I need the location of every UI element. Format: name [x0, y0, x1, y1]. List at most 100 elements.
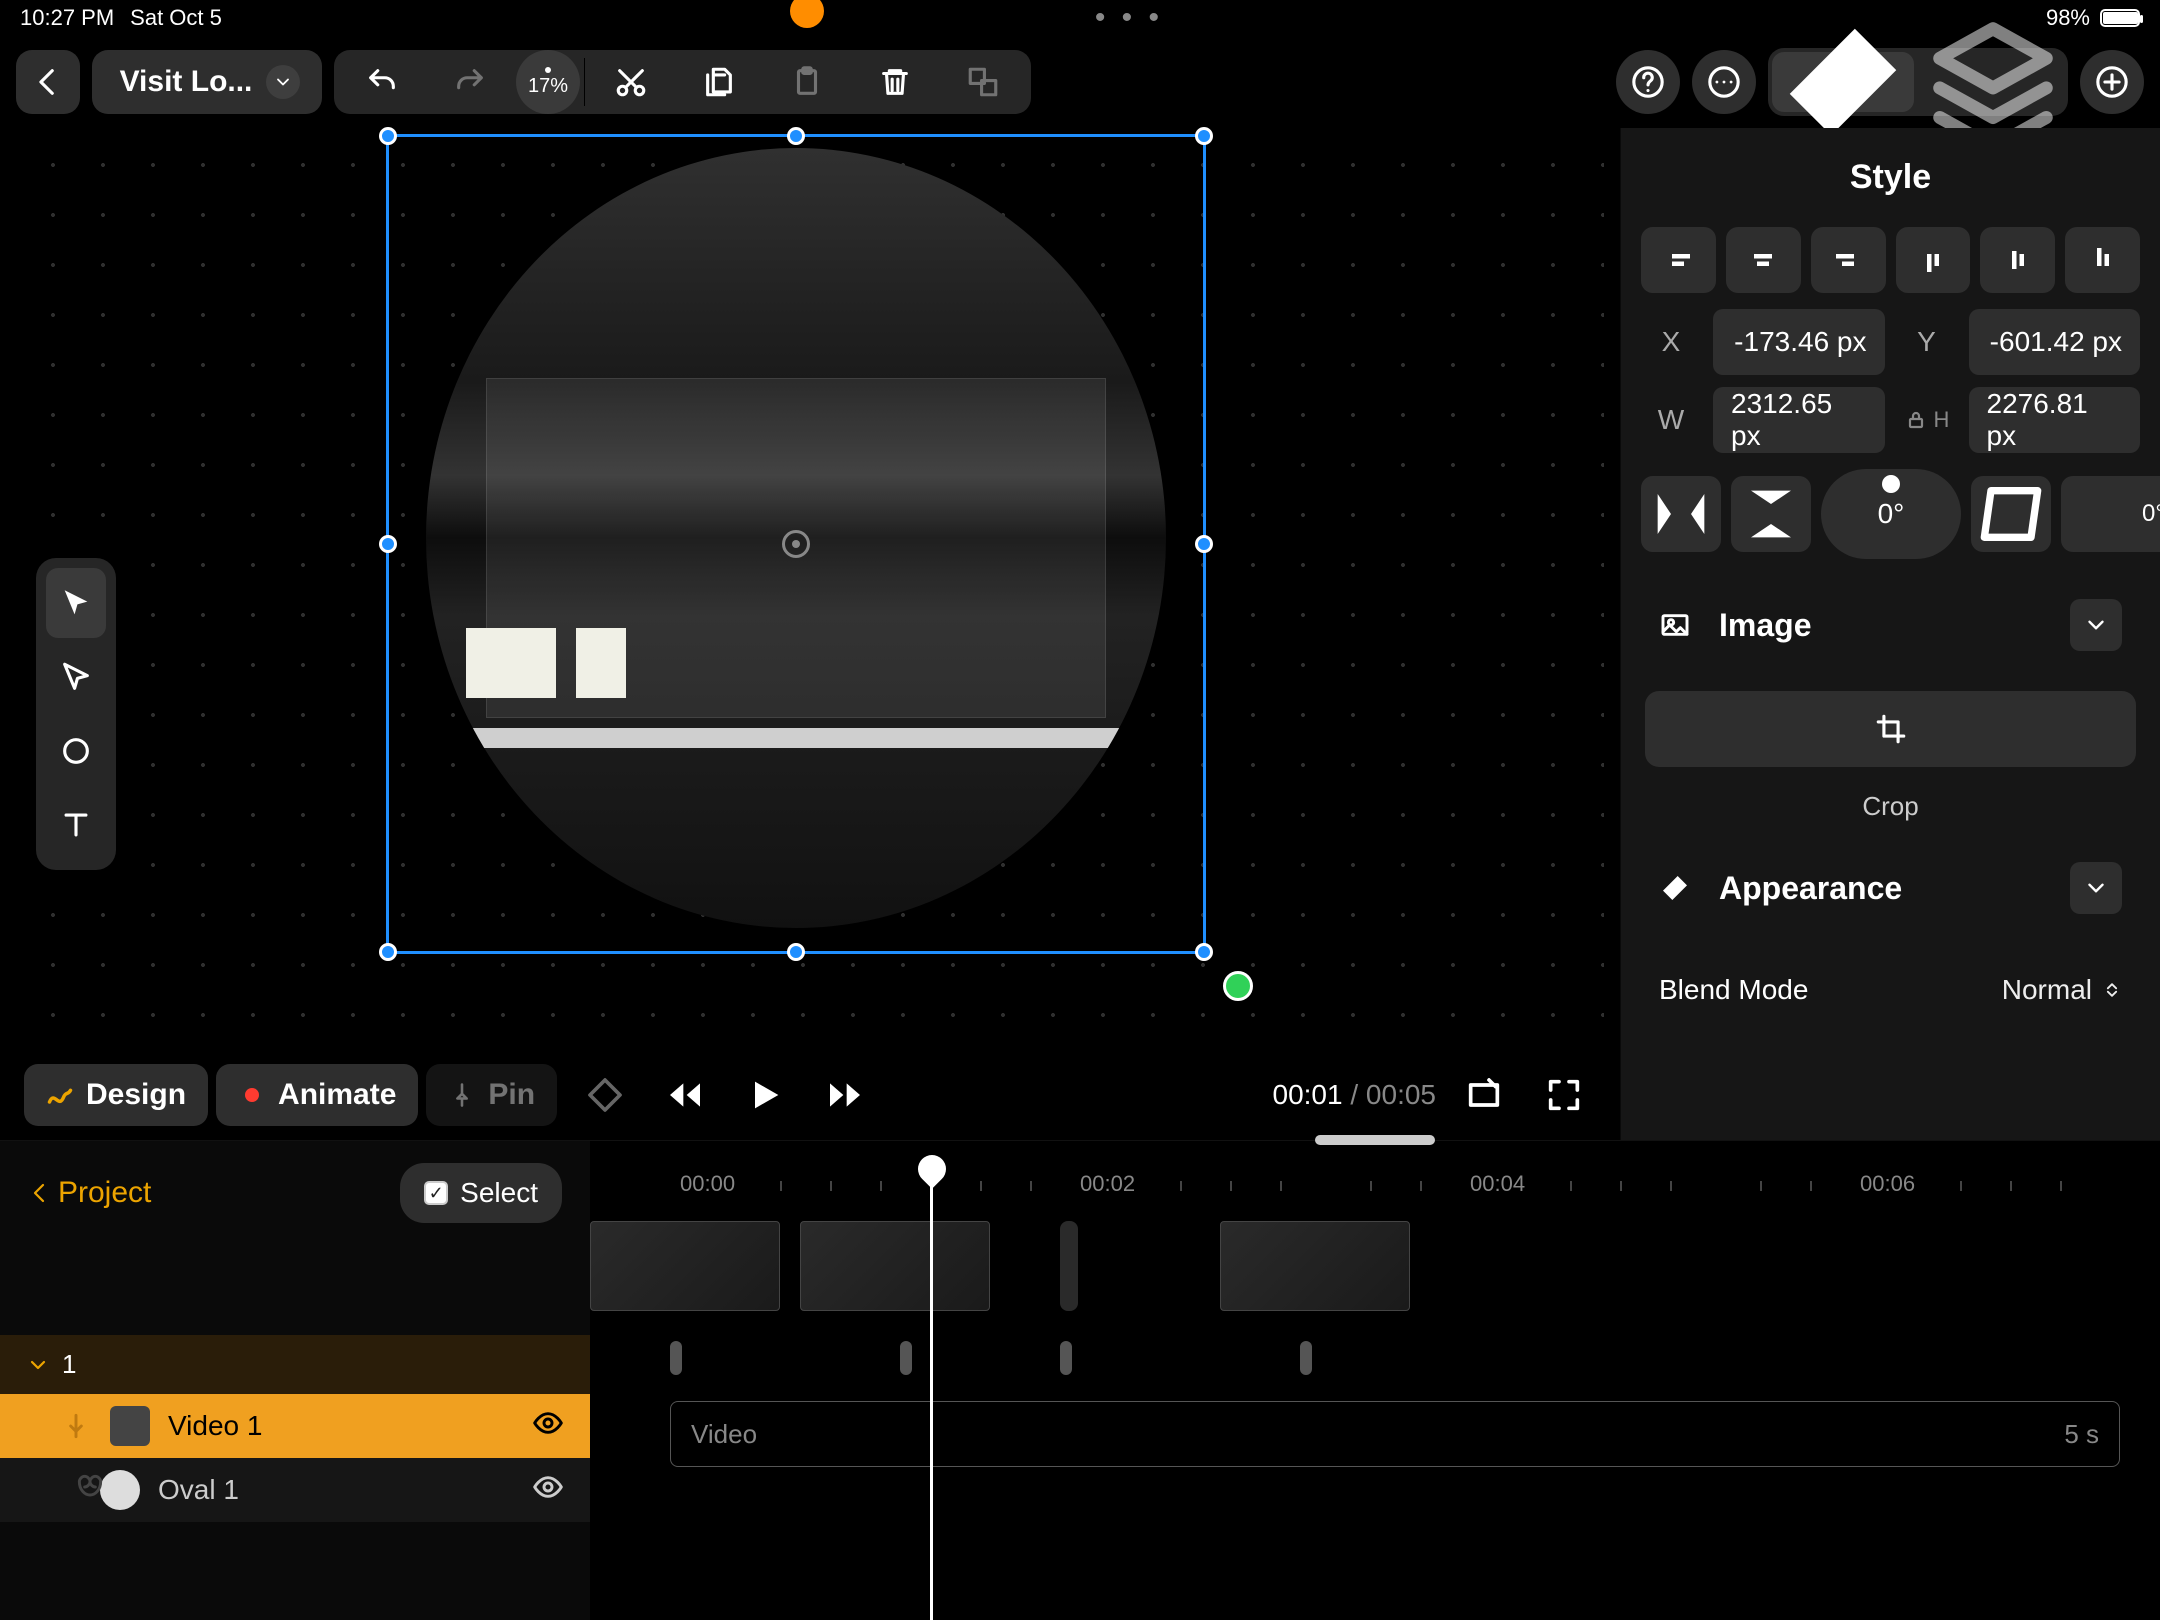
- mask-icon: [74, 1471, 106, 1510]
- skew-value[interactable]: 0°: [2061, 476, 2160, 552]
- inspector-panel: Style X -173.46 px Y -601.42 px W 2312.: [1620, 128, 2160, 1140]
- inspector-tab-group: [1768, 48, 2068, 116]
- play-button[interactable]: [733, 1063, 797, 1127]
- mode-pin-button[interactable]: Pin: [426, 1064, 557, 1126]
- select-tool[interactable]: [46, 568, 106, 638]
- image-section-header[interactable]: Image: [1641, 575, 2140, 675]
- panel-resize-handle[interactable]: [1315, 1135, 1435, 1145]
- more-button[interactable]: [1692, 50, 1756, 114]
- crop-button[interactable]: [1645, 691, 2136, 767]
- prop-w-label: W: [1641, 404, 1701, 436]
- playhead-line: [930, 1177, 933, 1620]
- alignment-buttons: [1641, 227, 2140, 293]
- keyframe-marker[interactable]: [1300, 1341, 1312, 1375]
- project-title-dropdown[interactable]: Visit Lo...: [92, 50, 322, 114]
- align-bottom-button[interactable]: [2065, 227, 2140, 293]
- align-top-button[interactable]: [1896, 227, 1971, 293]
- timecode: 00:01 / 00:05: [1273, 1079, 1437, 1111]
- resize-handle[interactable]: [787, 127, 805, 145]
- track-label: Video: [691, 1419, 757, 1450]
- top-toolbar: Visit Lo... 17%: [0, 36, 2160, 128]
- visibility-toggle[interactable]: [532, 1471, 564, 1510]
- undo-button[interactable]: [340, 50, 424, 114]
- zoom-indicator[interactable]: 17%: [516, 50, 580, 114]
- clip-handle[interactable]: [1060, 1221, 1078, 1311]
- flip-horizontal-button[interactable]: [1641, 476, 1721, 552]
- tab-style[interactable]: [1772, 52, 1914, 112]
- status-time: 10:27 PM: [20, 5, 114, 31]
- timeline[interactable]: 00:00 00:02 00:04 00:06: [590, 1141, 2160, 1620]
- edit-tools-group: 17%: [334, 50, 1031, 114]
- keyframe-marker[interactable]: [1060, 1341, 1072, 1375]
- ruler-tick: 00:04: [1470, 1171, 1525, 1197]
- resize-handle[interactable]: [379, 943, 397, 961]
- prop-y-value[interactable]: -601.42 px: [1969, 309, 2141, 375]
- rotation-dial[interactable]: 0°: [1821, 469, 1961, 559]
- align-right-button[interactable]: [1811, 227, 1886, 293]
- group-button[interactable]: [941, 50, 1025, 114]
- crop-label: Crop: [1641, 791, 2140, 822]
- back-button[interactable]: [16, 50, 80, 114]
- blend-mode-value: Normal: [2002, 974, 2092, 1006]
- appearance-section-header[interactable]: Appearance: [1641, 838, 2140, 938]
- fullscreen-button[interactable]: [1532, 1063, 1596, 1127]
- track-duration: 5 s: [2064, 1419, 2099, 1450]
- text-tool[interactable]: [46, 790, 106, 860]
- resize-handle[interactable]: [1195, 535, 1213, 553]
- blend-mode-label: Blend Mode: [1659, 974, 1808, 1006]
- thumbnail-clip[interactable]: [590, 1221, 780, 1311]
- prop-x-value[interactable]: -173.46 px: [1713, 309, 1885, 375]
- mode-animate-button[interactable]: Animate: [216, 1064, 418, 1126]
- align-center-h-button[interactable]: [1726, 227, 1801, 293]
- keyframe-button[interactable]: [573, 1063, 637, 1127]
- align-left-button[interactable]: [1641, 227, 1716, 293]
- add-button[interactable]: [2080, 50, 2144, 114]
- flip-vertical-button[interactable]: [1731, 476, 1811, 552]
- resize-handle[interactable]: [379, 127, 397, 145]
- keyframe-marker[interactable]: [900, 1341, 912, 1375]
- resize-handle[interactable]: [1195, 127, 1213, 145]
- prop-h-value[interactable]: 2276.81 px: [1969, 387, 2141, 453]
- copy-button[interactable]: [677, 50, 761, 114]
- resize-handle[interactable]: [1195, 943, 1213, 961]
- blend-mode-row[interactable]: Blend Mode Normal: [1641, 954, 2140, 1026]
- prop-w-value[interactable]: 2312.65 px: [1713, 387, 1885, 453]
- help-button[interactable]: [1616, 50, 1680, 114]
- align-center-v-button[interactable]: [1980, 227, 2055, 293]
- thumbnail-clip[interactable]: [1220, 1221, 1410, 1311]
- resize-handle[interactable]: [787, 943, 805, 961]
- skew-button[interactable]: [1971, 476, 2051, 552]
- multitask-dots[interactable]: • • •: [1095, 1, 1163, 35]
- paste-button[interactable]: [765, 50, 849, 114]
- layer-video-1[interactable]: Video 1: [0, 1394, 590, 1458]
- rewind-button[interactable]: [653, 1063, 717, 1127]
- transport-bar: Design Animate Pin: [0, 1050, 1620, 1140]
- select-mode-button[interactable]: ✓ Select: [400, 1163, 562, 1223]
- resize-handle[interactable]: [379, 535, 397, 553]
- lock-aspect-icon[interactable]: H: [1897, 407, 1957, 433]
- layer-name: Video 1: [168, 1410, 262, 1442]
- redo-button[interactable]: [428, 50, 512, 114]
- keyframe-marker[interactable]: [670, 1341, 682, 1375]
- shape-tool[interactable]: [46, 716, 106, 786]
- fast-forward-button[interactable]: [813, 1063, 877, 1127]
- layer-oval-1[interactable]: Oval 1: [0, 1458, 590, 1522]
- delete-button[interactable]: [853, 50, 937, 114]
- thumbnail-clip[interactable]: [800, 1221, 990, 1311]
- timeline-ruler[interactable]: 00:00 00:02 00:04 00:06: [590, 1151, 2160, 1211]
- visibility-toggle[interactable]: [532, 1407, 564, 1446]
- tab-layers[interactable]: [1922, 52, 2064, 112]
- layer-group-row[interactable]: 1: [0, 1335, 590, 1394]
- project-back-button[interactable]: Project: [28, 1176, 151, 1210]
- mode-design-button[interactable]: Design: [24, 1064, 208, 1126]
- rotate-handle[interactable]: [1223, 971, 1253, 1001]
- video-track[interactable]: Video 5 s: [670, 1401, 2120, 1467]
- direct-select-tool[interactable]: [46, 642, 106, 712]
- layer-name: Oval 1: [158, 1474, 239, 1506]
- canvas[interactable]: [16, 128, 1604, 1050]
- loop-region-button[interactable]: [1452, 1063, 1516, 1127]
- prop-x-label: X: [1641, 326, 1701, 358]
- ruler-tick: 00:00: [680, 1171, 735, 1197]
- selection-box[interactable]: [386, 134, 1206, 954]
- cut-button[interactable]: [589, 50, 673, 114]
